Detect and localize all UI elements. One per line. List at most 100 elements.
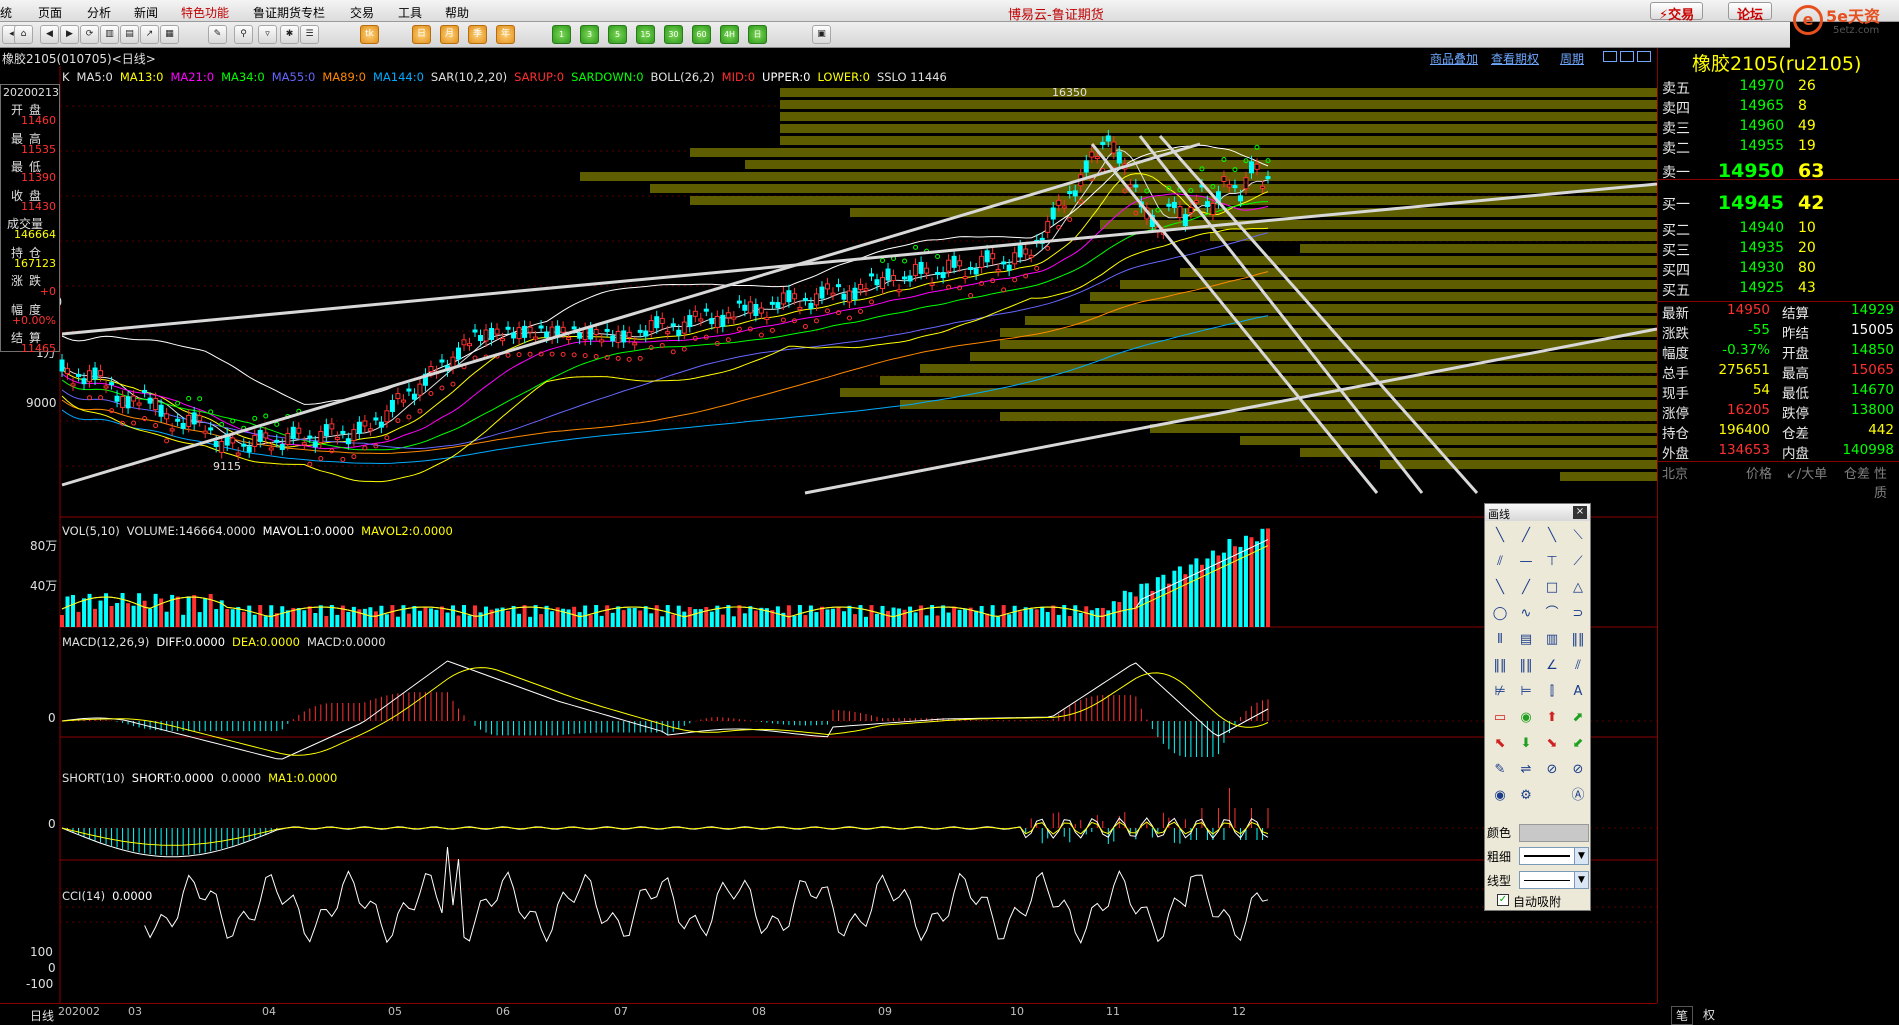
draw-tool-icon[interactable]: ⊤ bbox=[1541, 552, 1563, 572]
draw-tool-icon[interactable]: ‖‖ bbox=[1489, 656, 1511, 676]
maximize-icon[interactable] bbox=[1637, 51, 1651, 62]
60min-icon[interactable]: 60 bbox=[692, 25, 711, 44]
draw-tool-icon[interactable]: ⫽ bbox=[1489, 552, 1511, 572]
season-icon[interactable]: 季 bbox=[468, 25, 487, 44]
draw-tool-icon[interactable]: ⊘ bbox=[1541, 760, 1563, 780]
chevron-down-icon[interactable]: ▼ bbox=[1574, 848, 1588, 864]
draw-tool-icon[interactable]: ▭ bbox=[1489, 708, 1511, 728]
tab-rights[interactable]: 权 bbox=[1703, 1006, 1715, 1023]
draw-tool-icon[interactable]: ⬊ bbox=[1541, 734, 1563, 754]
draw-tool-icon[interactable]: Ⓐ bbox=[1567, 786, 1589, 806]
menu-item[interactable]: 页面 bbox=[38, 4, 62, 21]
candles-icon[interactable]: ▦ bbox=[160, 25, 179, 44]
ask-row[interactable]: 卖五 14970 26 bbox=[1658, 78, 1899, 98]
draw-tool-icon[interactable]: ⫽ bbox=[1567, 656, 1589, 676]
30min-icon[interactable]: 30 bbox=[664, 25, 683, 44]
restore-icon[interactable] bbox=[1620, 51, 1634, 62]
draw-tool-icon[interactable]: ╱ bbox=[1515, 578, 1537, 598]
draw-tool-icon[interactable]: ⟋ bbox=[1567, 552, 1589, 572]
bid-row[interactable]: 买五 14925 43 bbox=[1658, 280, 1899, 300]
draw-pen-icon[interactable]: ✎ bbox=[208, 25, 227, 44]
drawing-tools-panel[interactable]: 画线 × ╲ ╱ ╲ ⟍ ⫽ — ⊤ ⟋ ╲ ╱ □ △ ◯ ∿ ⌒ ⊃ ⫴ ▤ ▥ ‖‖ ‖‖ ‖‖ ∠ ⫽ ⊭ ⊨ ⫿ A ▭ ◉ ⬆ ⬈… bbox=[1484, 503, 1591, 911]
3min-icon[interactable]: 3 bbox=[580, 25, 599, 44]
draw-tool-icon[interactable]: — bbox=[1515, 552, 1537, 572]
draw-tool-icon[interactable]: ⫿ bbox=[1541, 682, 1563, 702]
line-style-select[interactable]: ▼ bbox=[1519, 871, 1589, 889]
draw-tool-icon[interactable]: ‖‖ bbox=[1515, 656, 1537, 676]
draw-tool-icon[interactable]: ⊘ bbox=[1567, 760, 1589, 780]
list-icon[interactable]: ☰ bbox=[300, 25, 319, 44]
tick-icon[interactable]: tk bbox=[360, 25, 379, 44]
draw-tool-icon[interactable]: ⬋ bbox=[1567, 734, 1589, 754]
5min-icon[interactable]: 5 bbox=[608, 25, 627, 44]
home-icon[interactable]: ⌂ bbox=[14, 25, 33, 44]
1min-icon[interactable]: 1 bbox=[552, 25, 571, 44]
draw-tool-icon[interactable]: ⊨ bbox=[1515, 682, 1537, 702]
draw-tool-icon[interactable]: △ bbox=[1567, 578, 1589, 598]
year-icon[interactable]: 年 bbox=[496, 25, 515, 44]
draw-tool-icon[interactable]: ‖‖ bbox=[1567, 630, 1589, 650]
back-icon[interactable]: ◀ bbox=[40, 25, 59, 44]
overlay-commodity-link[interactable]: 商品叠加 bbox=[1430, 50, 1478, 67]
menu-item[interactable]: 帮助 bbox=[445, 4, 469, 21]
draw-tool-icon[interactable]: ⬉ bbox=[1489, 734, 1511, 754]
draw-tool-icon[interactable]: ⊭ bbox=[1489, 682, 1511, 702]
bid-row[interactable]: 买四 14930 80 bbox=[1658, 260, 1899, 280]
day-tab-icon[interactable]: 日 bbox=[748, 25, 767, 44]
snap-checkbox[interactable]: ✓ bbox=[1497, 894, 1509, 906]
menu-item[interactable]: 分析 bbox=[87, 4, 111, 21]
draw-tool-icon[interactable]: ⟍ bbox=[1567, 526, 1589, 546]
draw-tool-icon[interactable]: ⬈ bbox=[1567, 708, 1589, 728]
menu-item[interactable]: 交易 bbox=[350, 4, 374, 21]
draw-tool-icon[interactable]: ╱ bbox=[1515, 526, 1537, 546]
draw-tool-icon[interactable]: □ bbox=[1541, 578, 1563, 598]
draw-tool-icon[interactable]: ╲ bbox=[1541, 526, 1563, 546]
color-picker[interactable] bbox=[1519, 824, 1589, 842]
line-width-select[interactable]: ▼ bbox=[1519, 847, 1589, 865]
draw-tool-icon[interactable] bbox=[1541, 786, 1563, 806]
filter-icon[interactable]: ▿ bbox=[258, 25, 277, 44]
draw-tool-icon[interactable]: ✎ bbox=[1489, 760, 1511, 780]
draw-tool-icon[interactable]: ╲ bbox=[1489, 526, 1511, 546]
draw-tool-icon[interactable]: ⬆ bbox=[1541, 708, 1563, 728]
draw-tool-icon[interactable]: ▤ bbox=[1515, 630, 1537, 650]
bar-chart-icon[interactable]: ▥ bbox=[100, 25, 119, 44]
4hr-icon[interactable]: 4H bbox=[720, 25, 739, 44]
menu-item[interactable]: 鲁证期货专栏 bbox=[253, 4, 325, 21]
forward-icon[interactable]: ▶ bbox=[60, 25, 79, 44]
menu-item[interactable]: 工具 bbox=[398, 4, 422, 21]
draw-tool-icon[interactable]: ◉ bbox=[1515, 708, 1537, 728]
month-icon[interactable]: 月 bbox=[440, 25, 459, 44]
view-options-link[interactable]: 查看期权 bbox=[1491, 50, 1539, 67]
draw-tool-icon[interactable]: ⫴ bbox=[1489, 630, 1511, 650]
draw-tool-icon[interactable]: ▥ bbox=[1541, 630, 1563, 650]
bid-row[interactable]: 买三 14935 20 bbox=[1658, 240, 1899, 260]
draw-tool-icon[interactable]: ╲ bbox=[1489, 578, 1511, 598]
draw-tool-icon[interactable]: ∿ bbox=[1515, 604, 1537, 624]
menu-item[interactable]: 特色功能 bbox=[181, 4, 229, 21]
ask-row[interactable]: 卖二 14955 19 bbox=[1658, 138, 1899, 158]
chevron-down-icon[interactable]: ▼ bbox=[1574, 872, 1588, 888]
settings-icon[interactable]: ✱ bbox=[280, 25, 299, 44]
trade-button[interactable]: ⚡交易 bbox=[1650, 2, 1704, 23]
draw-tool-icon[interactable]: ⊃ bbox=[1567, 604, 1589, 624]
close-icon[interactable]: × bbox=[1573, 506, 1587, 519]
period-link[interactable]: 周期 bbox=[1560, 50, 1584, 67]
draw-tool-icon[interactable]: ◯ bbox=[1489, 604, 1511, 624]
15min-icon[interactable]: 15 bbox=[636, 25, 655, 44]
draw-tool-icon[interactable]: ∠ bbox=[1541, 656, 1563, 676]
draw-tool-icon[interactable]: ⇌ bbox=[1515, 760, 1537, 780]
bid-row[interactable]: 买二 14940 10 bbox=[1658, 220, 1899, 240]
trend-icon[interactable]: ↗ bbox=[140, 25, 159, 44]
forum-button[interactable]: 论坛 bbox=[1728, 2, 1773, 23]
draw-tool-icon[interactable]: ⬇ bbox=[1515, 734, 1537, 754]
layout-icon[interactable] bbox=[1603, 51, 1617, 62]
draw-tool-icon[interactable]: ⚙ bbox=[1515, 786, 1537, 806]
ask-row[interactable]: 卖三 14960 49 bbox=[1658, 118, 1899, 138]
draw-tool-icon[interactable]: ◉ bbox=[1489, 786, 1511, 806]
draw-tool-icon[interactable]: ⌒ bbox=[1541, 604, 1563, 624]
zoom-icon[interactable]: ⚲ bbox=[234, 25, 253, 44]
menu-item[interactable]: 新闻 bbox=[134, 4, 158, 21]
bid-row[interactable]: 买一 14945 42 bbox=[1658, 192, 1899, 214]
refresh-icon[interactable]: ⟳ bbox=[80, 25, 99, 44]
